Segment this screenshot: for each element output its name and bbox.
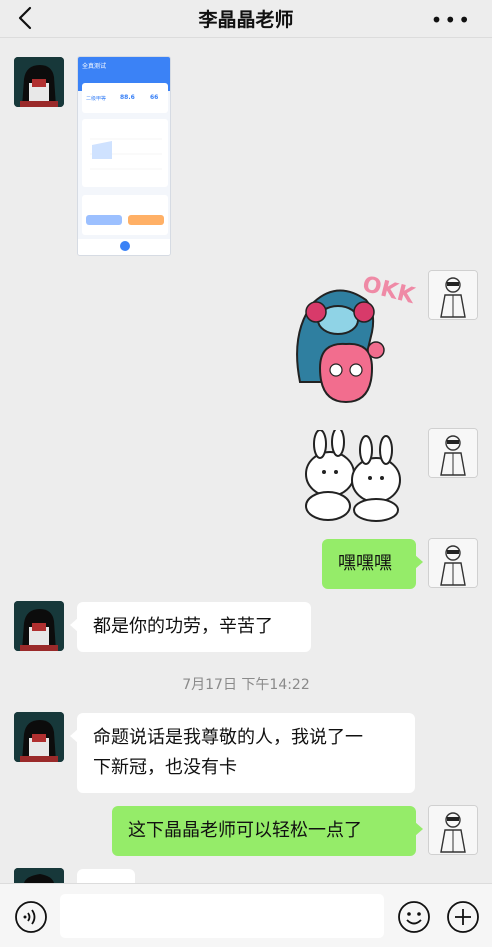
sticker-bunnies[interactable]	[298, 427, 408, 522]
screenshot-title: 全真测试	[82, 63, 107, 70]
screenshot-chart	[90, 138, 162, 170]
message-bubble[interactable]: 这下晶晶老师可以轻松一点了	[112, 806, 423, 856]
screenshot-tag-blue	[86, 215, 122, 225]
message-bubble[interactable]: 嘿嘿嘿	[322, 539, 423, 589]
bunnies-sticker-image	[305, 427, 401, 522]
timestamp: 7月17日 下午14:22	[182, 677, 310, 693]
avatar[interactable]	[14, 868, 64, 883]
message-bubble[interactable]: 都是你的功劳，辛苦了	[70, 602, 311, 652]
screenshot-score: 88.6	[120, 94, 135, 101]
screenshot-score2: 66	[150, 94, 159, 101]
avatar[interactable]	[14, 601, 64, 651]
chevron-left-icon[interactable]	[14, 4, 38, 32]
screenshot-analysis-card	[82, 195, 168, 235]
avatar[interactable]	[428, 805, 478, 855]
avatar-image	[429, 429, 477, 477]
plus-circle-icon[interactable]	[446, 900, 480, 934]
screenshot-level: 二级甲等	[86, 96, 107, 102]
message-bubble-partial[interactable]	[77, 869, 135, 883]
screenshot-tag-orange	[128, 215, 164, 225]
more-icon[interactable]: •••	[431, 8, 472, 32]
screenshot-mic-icon	[120, 241, 130, 251]
avatar-image	[14, 712, 64, 762]
avatar[interactable]	[14, 712, 64, 762]
avatar[interactable]	[428, 270, 478, 320]
avatar-image	[429, 539, 477, 587]
screenshot-chart-card	[82, 119, 168, 187]
screenshot-tabbar	[78, 239, 170, 255]
avatar[interactable]	[428, 538, 478, 588]
screenshot-score-card: 二级甲等 88.6 66	[82, 83, 168, 113]
avatar-image	[429, 271, 477, 319]
message-text-line1: 命题说话是我尊敬的人，我说了一	[93, 727, 363, 748]
chat-title: 李晶晶老师	[198, 9, 294, 31]
message-text: 都是你的功劳，辛苦了	[93, 616, 273, 637]
message-text: 嘿嘿嘿	[338, 553, 392, 574]
avatar-image	[14, 57, 64, 107]
chat-header: 李晶晶老师 •••	[0, 0, 492, 38]
avatar-image	[14, 868, 64, 883]
message-input[interactable]	[60, 894, 384, 938]
avatar-image	[14, 601, 64, 651]
shared-screenshot[interactable]: 全真测试 二级甲等 88.6 66	[77, 56, 171, 256]
message-text: 这下晶晶老师可以轻松一点了	[128, 820, 362, 841]
avatar[interactable]	[14, 57, 64, 107]
message-bubble[interactable]: 命题说话是我尊敬的人，我说了一 下新冠，也没有卡	[70, 713, 415, 793]
emoji-icon[interactable]	[397, 900, 431, 934]
voice-icon[interactable]	[14, 900, 48, 934]
message-text-line2: 下新冠，也没有卡	[93, 757, 237, 778]
avatar[interactable]	[428, 428, 478, 478]
avatar-image	[429, 806, 477, 854]
sticker-okk[interactable]: OKK	[280, 272, 417, 412]
input-bar	[0, 883, 492, 947]
